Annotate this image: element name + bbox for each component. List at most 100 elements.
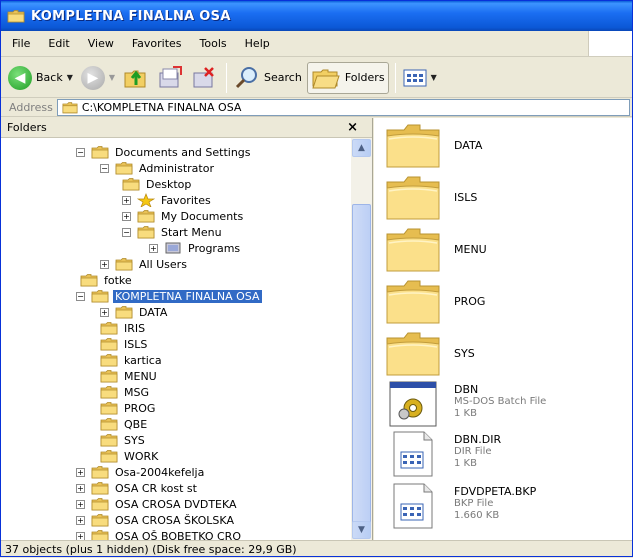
file-item[interactable]: PROG xyxy=(384,278,485,326)
expand-icon[interactable]: + xyxy=(122,195,131,205)
title-bar[interactable]: KOMPLETNA FINALNA OSA xyxy=(1,1,632,31)
tree-item[interactable]: − Start Menu xyxy=(122,224,224,240)
tree-item[interactable]: + All Users xyxy=(100,256,189,272)
tree-item-label: fotke xyxy=(104,273,132,287)
toolbar-separator xyxy=(394,62,396,93)
tree-item[interactable]: fotke xyxy=(80,272,134,288)
collapse-icon[interactable]: − xyxy=(122,227,131,237)
menu-view[interactable]: View xyxy=(81,37,125,50)
menu-tools[interactable]: Tools xyxy=(193,37,238,50)
file-type: DIR File xyxy=(454,446,492,457)
back-button[interactable]: ◀ Back ▼ xyxy=(5,62,76,94)
chevron-down-icon[interactable]: ▼ xyxy=(431,73,437,82)
tree-item[interactable]: ISLS xyxy=(100,336,149,352)
file-name: DATA xyxy=(454,139,483,152)
menu-favorites[interactable]: Favorites xyxy=(125,37,193,50)
tree-item[interactable]: + Favorites xyxy=(122,192,213,208)
search-button[interactable]: Search xyxy=(231,62,305,94)
folders-button[interactable]: Folders xyxy=(306,61,389,94)
menu-file[interactable]: File xyxy=(5,37,41,50)
tree-item[interactable]: + My Documents xyxy=(122,208,245,224)
close-icon[interactable]: × xyxy=(347,120,358,135)
tree-item[interactable]: + Programs xyxy=(149,240,242,256)
file-item[interactable]: DATA xyxy=(384,122,482,170)
tree-item[interactable]: + OSA CR kost st xyxy=(76,480,199,496)
collapse-icon[interactable]: − xyxy=(76,147,85,157)
status-text: 37 objects (plus 1 hidden) (Disk free sp… xyxy=(5,543,297,556)
delete-button[interactable] xyxy=(188,62,220,94)
file-item[interactable]: FDVDPETA.BKP BKP File 1.660 KB xyxy=(384,482,536,530)
tree-item[interactable]: − Documents and Settings xyxy=(76,144,253,160)
folder-icon xyxy=(100,321,118,335)
tree-item[interactable]: WORK xyxy=(100,448,160,464)
address-field[interactable]: C:\KOMPLETNA FINALNA OSA xyxy=(56,99,630,116)
tree-item-label: Osa-2004kefelja xyxy=(115,465,205,479)
scroll-thumb[interactable] xyxy=(352,204,371,524)
tree-item-label: MSG xyxy=(124,385,149,399)
file-type: BKP File xyxy=(454,498,494,509)
chevron-down-icon[interactable]: ▼ xyxy=(109,73,115,82)
tree-item[interactable]: QBE xyxy=(100,416,149,432)
file-size: 1.660 KB xyxy=(454,510,500,521)
vertical-scrollbar[interactable]: ▲ ▼ xyxy=(351,138,372,540)
chevron-down-icon[interactable]: ▼ xyxy=(67,73,73,82)
file-name: FDVDPETA.BKP xyxy=(454,485,537,498)
tree-item[interactable]: IRIS xyxy=(100,320,147,336)
folder-icon xyxy=(384,226,442,274)
tree-item[interactable]: Desktop xyxy=(122,176,193,192)
folder-icon xyxy=(137,209,155,223)
file-item[interactable]: MENU xyxy=(384,226,487,274)
collapse-icon[interactable]: − xyxy=(76,291,85,301)
scroll-down-button[interactable]: ▼ xyxy=(352,521,371,539)
expand-icon[interactable]: + xyxy=(76,499,85,509)
file-name: ISLS xyxy=(454,191,478,204)
tree-item[interactable]: PROG xyxy=(100,400,157,416)
folders-pane-header: Folders × xyxy=(1,118,372,138)
tree-item[interactable]: − KOMPLETNA FINALNA OSA xyxy=(76,288,262,304)
expand-icon[interactable]: + xyxy=(122,211,131,221)
tree-item[interactable]: + OSA CROSA ŠKOLSKA xyxy=(76,512,236,528)
expand-icon[interactable]: + xyxy=(100,307,109,317)
menu-edit[interactable]: Edit xyxy=(41,37,80,50)
tree-item[interactable]: MENU xyxy=(100,368,159,384)
folder-icon xyxy=(91,289,109,303)
expand-icon[interactable]: + xyxy=(76,483,85,493)
collapse-icon[interactable]: − xyxy=(100,163,109,173)
tree-item[interactable]: MSG xyxy=(100,384,151,400)
file-item[interactable]: DBN MS-DOS Batch File 1 KB xyxy=(384,380,546,428)
expand-icon[interactable]: + xyxy=(149,243,158,253)
expand-icon[interactable]: + xyxy=(76,515,85,525)
address-value: C:\KOMPLETNA FINALNA OSA xyxy=(81,101,242,114)
address-bar: Address C:\KOMPLETNA FINALNA OSA xyxy=(1,99,632,117)
expand-icon[interactable]: + xyxy=(76,531,85,540)
folders-pane-title: Folders xyxy=(7,121,47,134)
tree-item-label: OSA CR kost st xyxy=(115,481,197,495)
folder-icon xyxy=(115,257,133,271)
tree-item-label: KOMPLETNA FINALNA OSA xyxy=(113,289,262,303)
tree-item[interactable]: + DATA xyxy=(100,304,169,320)
tree-item[interactable]: SYS xyxy=(100,432,147,448)
tree-item[interactable]: + OSA CROSA DVDTEKA xyxy=(76,496,239,512)
file-name: PROG xyxy=(454,295,486,308)
tree-item[interactable]: + Osa-2004kefelja xyxy=(76,464,206,480)
file-name: DBN xyxy=(454,383,479,396)
tree-item[interactable]: − Administrator xyxy=(100,160,216,176)
file-item[interactable]: DBN.DIR DIR File 1 KB xyxy=(384,430,501,478)
menu-help[interactable]: Help xyxy=(238,37,281,50)
up-folder-button[interactable] xyxy=(120,62,152,94)
address-label: Address xyxy=(9,101,53,114)
tree-item[interactable]: kartica xyxy=(100,352,164,368)
folder-tree: − Documents and Settings − Administrator Des… xyxy=(1,138,351,540)
expand-icon[interactable]: + xyxy=(76,467,85,477)
tree-item[interactable]: + OSA OŠ BOBETKO CRO xyxy=(76,528,243,540)
folder-icon xyxy=(91,513,109,527)
expand-icon[interactable]: + xyxy=(100,259,109,269)
forward-button[interactable]: ▶ ▼ xyxy=(78,62,118,94)
views-button[interactable]: ▼ xyxy=(400,62,440,94)
scroll-up-button[interactable]: ▲ xyxy=(352,139,371,157)
file-item[interactable]: SYS xyxy=(384,330,475,378)
folder-icon xyxy=(100,353,118,367)
move-to-button[interactable] xyxy=(154,62,186,94)
star-icon xyxy=(137,193,155,207)
file-item[interactable]: ISLS xyxy=(384,174,477,222)
